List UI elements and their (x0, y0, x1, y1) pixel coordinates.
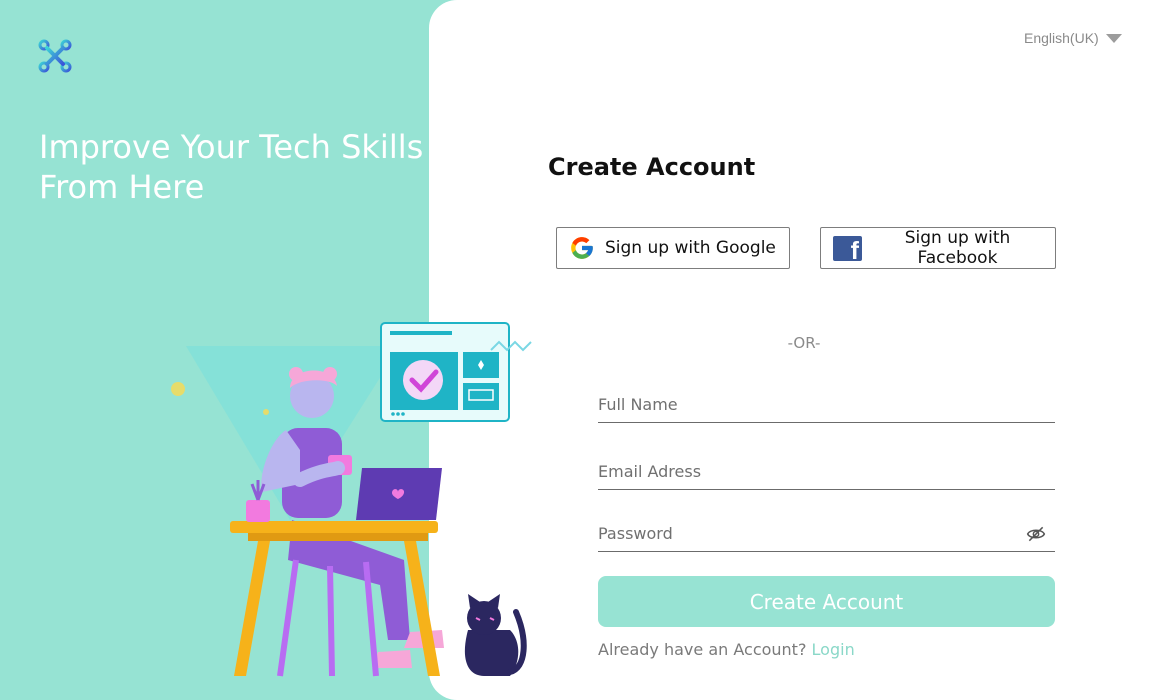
chevron-down-icon (1105, 33, 1122, 43)
google-signup-label: Sign up with Google (605, 238, 776, 258)
sparkle-icon (171, 382, 185, 396)
facebook-icon: f (833, 235, 862, 261)
x-logo-icon (38, 39, 72, 73)
page-title: Create Account (548, 153, 756, 181)
password-input[interactable] (598, 518, 1055, 543)
sparkle-icon (263, 409, 269, 415)
dashboard-card-icon (380, 322, 532, 422)
facebook-signup-label: Sign up with Facebook (904, 228, 1011, 268)
create-account-button[interactable]: Create Account (598, 576, 1055, 627)
login-prompt: Already have an Account? Login (598, 640, 855, 659)
login-link[interactable]: Login (812, 640, 855, 659)
language-label: English(UK) (1024, 30, 1099, 46)
headline-line-2: From Here (39, 168, 205, 206)
facebook-signup-button[interactable]: f Sign up with Facebook (820, 227, 1056, 269)
google-signup-button[interactable]: Sign up with Google (556, 227, 790, 269)
cat-figure (464, 594, 527, 676)
full-name-field (598, 389, 1055, 423)
language-selector[interactable]: English(UK) (1024, 30, 1122, 46)
hero-headline: Improve Your Tech Skills From Here (39, 127, 439, 207)
email-field (598, 456, 1055, 490)
headline-line-1: Improve Your Tech Skills (39, 128, 424, 166)
eye-off-icon[interactable] (1025, 524, 1047, 544)
google-icon (571, 237, 593, 259)
already-text: Already have an Account? (598, 640, 807, 659)
illustration (171, 322, 532, 677)
or-divider: -OR- (787, 334, 821, 352)
full-name-input[interactable] (598, 389, 1055, 414)
email-input[interactable] (598, 456, 1055, 481)
password-field (598, 518, 1055, 552)
